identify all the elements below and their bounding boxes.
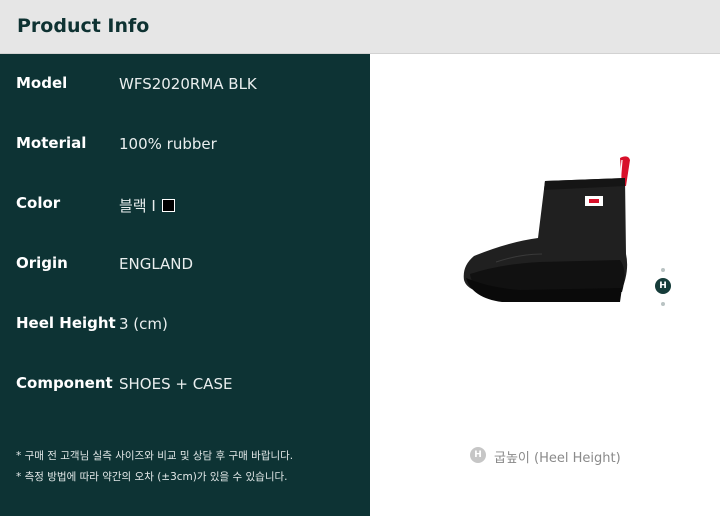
spec-label: Component bbox=[16, 374, 113, 392]
spec-value: 블랙 I bbox=[119, 197, 156, 215]
spec-row-origin: Origin ENGLAND bbox=[0, 254, 370, 278]
spec-row-component: Component SHOES + CASE bbox=[0, 374, 370, 398]
spec-value: WFS2020RMA BLK bbox=[119, 75, 257, 93]
marker-tick-bottom bbox=[661, 302, 665, 306]
heel-height-marker-icon: H bbox=[652, 266, 672, 310]
legend-h-icon: H bbox=[470, 447, 486, 463]
color-swatch bbox=[161, 199, 175, 212]
spec-row-color: Color 블랙 I bbox=[0, 194, 370, 218]
spec-label: Moterial bbox=[16, 134, 87, 152]
spec-label: Heel Height bbox=[16, 314, 116, 332]
spec-row-heel-height: Heel Height 3 (cm) bbox=[0, 314, 370, 338]
note-size: * 구매 전 고객님 실측 사이즈와 비교 및 상담 후 구매 바랍니다. bbox=[16, 450, 294, 462]
spec-value: ENGLAND bbox=[119, 255, 194, 273]
spec-value: 3 (cm) bbox=[119, 315, 168, 333]
spec-panel: Model WFS2020RMA BLK Moterial 100% rubbe… bbox=[0, 54, 370, 516]
spec-label: Origin bbox=[16, 254, 68, 272]
spec-value: SHOES + CASE bbox=[119, 375, 233, 393]
rain-boot-image bbox=[463, 156, 630, 302]
note-tolerance: * 측정 방법에 따라 약간의 오차 (±3cm)가 있을 수 있습니다. bbox=[16, 471, 288, 483]
spec-row-model: Model WFS2020RMA BLK bbox=[0, 74, 370, 98]
marker-tick-top bbox=[661, 268, 665, 272]
legend-text: 굽높이 (Heel Height) bbox=[494, 451, 621, 466]
header: Product Info bbox=[0, 0, 720, 54]
marker-h-badge: H bbox=[655, 278, 671, 294]
image-panel: H H 굽높이 (Heel Height) bbox=[370, 54, 720, 516]
spec-label: Model bbox=[16, 74, 68, 92]
page-title: Product Info bbox=[17, 15, 150, 37]
spec-row-material: Moterial 100% rubber bbox=[0, 134, 370, 158]
spec-value-wrap: 블랙 I bbox=[119, 195, 175, 216]
notes: * 구매 전 고객님 실측 사이즈와 비교 및 상담 후 구매 바랍니다. * … bbox=[16, 446, 361, 488]
spec-label: Color bbox=[16, 194, 61, 212]
spec-value: 100% rubber bbox=[119, 135, 217, 153]
